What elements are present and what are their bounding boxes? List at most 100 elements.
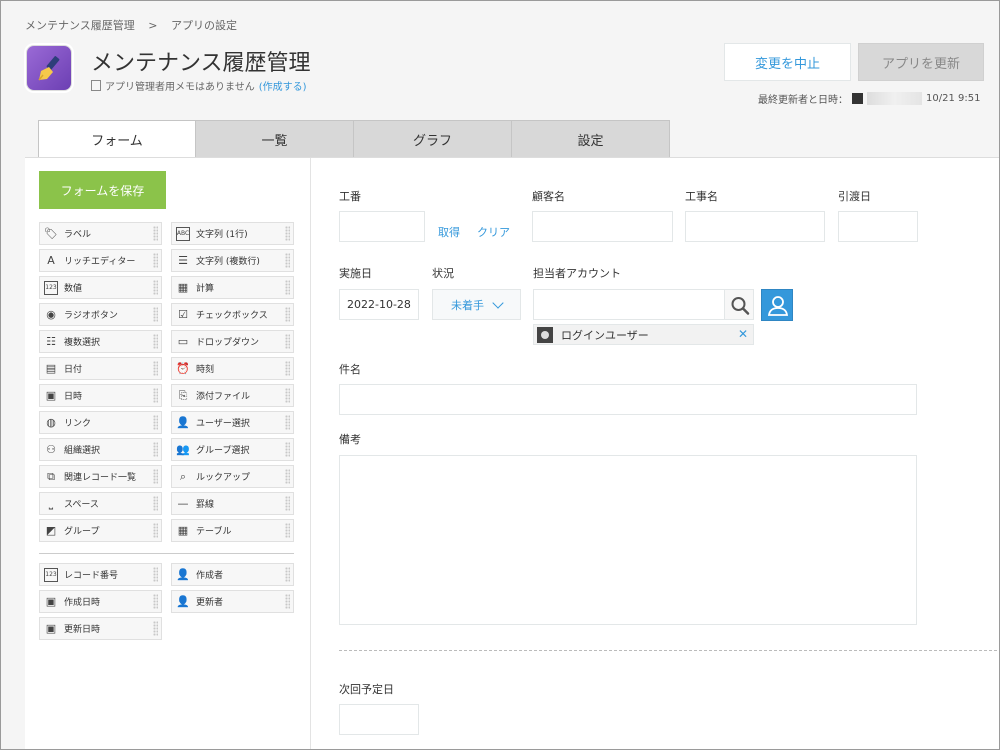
org-icon: ⚇ <box>46 443 56 456</box>
drag-handle-icon[interactable] <box>153 469 158 484</box>
delivery-date-label: 引渡日 <box>838 190 871 203</box>
cancel-changes-button[interactable]: 変更を中止 <box>724 43 851 81</box>
palette-item-label: 関連レコード一覧 <box>64 473 137 483</box>
palette-item[interactable]: 👤 ユーザー選択 <box>171 411 294 434</box>
last-updated-time: 10/21 9:51 <box>926 93 981 104</box>
drag-handle-icon[interactable] <box>285 334 290 349</box>
tab-form[interactable]: フォーム <box>38 120 196 158</box>
drag-handle-icon[interactable] <box>153 253 158 268</box>
drag-handle-icon[interactable] <box>285 415 290 430</box>
drag-handle-icon[interactable] <box>153 621 158 636</box>
palette-item[interactable]: ▣ 日時 <box>39 384 162 407</box>
palette-item-label: 文字列 (1行) <box>196 230 248 240</box>
palette-item[interactable]: — 罫線 <box>171 492 294 515</box>
drag-handle-icon[interactable] <box>153 496 158 511</box>
palette-item[interactable]: ⚇ 組織選択 <box>39 438 162 461</box>
palette-item[interactable]: ⧉ 関連レコード一覧 <box>39 465 162 488</box>
work-name-input[interactable] <box>685 211 825 242</box>
drag-handle-icon[interactable] <box>285 442 290 457</box>
delivery-date-input[interactable] <box>838 211 918 242</box>
palette-item[interactable]: 123 レコード番号 <box>39 563 162 586</box>
impl-date-label: 実施日 <box>339 267 372 280</box>
palette-item[interactable]: ⌕ ルックアップ <box>171 465 294 488</box>
drag-handle-icon[interactable] <box>153 567 158 582</box>
palette-item[interactable]: ⏰ 時刻 <box>171 357 294 380</box>
drag-handle-icon[interactable] <box>153 334 158 349</box>
redacted-username <box>867 92 922 105</box>
impl-date-input[interactable]: 2022-10-28 <box>339 289 419 320</box>
drag-handle-icon[interactable] <box>153 442 158 457</box>
clear-link[interactable]: クリア <box>477 224 510 240</box>
related-icon: ⧉ <box>47 469 55 483</box>
drag-handle-icon[interactable] <box>285 253 290 268</box>
select-user-button[interactable] <box>761 289 793 321</box>
save-form-button[interactable]: フォームを保存 <box>39 171 166 209</box>
palette-item[interactable]: ☰ 文字列 (複数行) <box>171 249 294 272</box>
palette-item-label: ユーザー選択 <box>196 419 250 429</box>
drag-handle-icon[interactable] <box>285 307 290 322</box>
drag-handle-icon[interactable] <box>153 226 158 241</box>
palette-item[interactable]: 👤 更新者 <box>171 590 294 613</box>
tab-graph[interactable]: グラフ <box>354 120 512 158</box>
drag-handle-icon[interactable] <box>285 567 290 582</box>
palette-item-label: ラジオボタン <box>64 311 118 321</box>
palette-item[interactable]: ▣ 更新日時 <box>39 617 162 640</box>
drag-handle-icon[interactable] <box>285 496 290 511</box>
drag-handle-icon[interactable] <box>153 415 158 430</box>
palette-item-label: 添付ファイル <box>196 392 251 402</box>
get-link[interactable]: 取得 <box>438 224 460 240</box>
drag-handle-icon[interactable] <box>285 226 290 241</box>
account-search-button[interactable] <box>724 289 754 320</box>
palette-item[interactable]: ⎘ 添付ファイル <box>171 384 294 407</box>
palette-item[interactable]: ◍ リンク <box>39 411 162 434</box>
user-icon <box>767 296 789 316</box>
drag-handle-icon[interactable] <box>153 307 158 322</box>
drag-handle-icon[interactable] <box>153 523 158 538</box>
drag-handle-icon[interactable] <box>285 388 290 403</box>
tab-settings[interactable]: 設定 <box>512 120 670 158</box>
status-dropdown[interactable]: 未着手 <box>432 289 521 320</box>
update-app-button[interactable]: アプリを更新 <box>858 43 984 81</box>
drag-handle-icon[interactable] <box>153 361 158 376</box>
calendar-icon: ▣ <box>45 389 57 402</box>
palette-item[interactable]: ☑ チェックボックス <box>171 303 294 326</box>
notes-textarea[interactable] <box>339 455 917 625</box>
drag-handle-icon[interactable] <box>285 523 290 538</box>
next-date-input[interactable] <box>339 704 419 735</box>
drag-handle-icon[interactable] <box>153 594 158 609</box>
tab-list[interactable]: 一覧 <box>196 120 354 158</box>
palette-item[interactable]: ▦ 計算 <box>171 276 294 299</box>
palette-divider <box>39 553 294 554</box>
palette-item[interactable]: 👤 作成者 <box>171 563 294 586</box>
avatar <box>537 326 553 343</box>
palette-item[interactable]: ◩ グループ <box>39 519 162 542</box>
palette-item[interactable]: ▤ 日付 <box>39 357 162 380</box>
palette-item[interactable]: 🏷 ラベル <box>39 222 162 245</box>
kouban-input[interactable] <box>339 211 425 242</box>
drag-handle-icon[interactable] <box>285 594 290 609</box>
palette-item[interactable]: ☷ 複数選択 <box>39 330 162 353</box>
customer-input[interactable] <box>532 211 673 242</box>
palette-item[interactable]: ABC 文字列 (1行) <box>171 222 294 245</box>
palette-item[interactable]: A リッチエディター <box>39 249 162 272</box>
palette-item[interactable]: ◉ ラジオボタン <box>39 303 162 326</box>
close-icon[interactable]: ✕ <box>738 327 748 341</box>
drag-handle-icon[interactable] <box>285 280 290 295</box>
create-memo-link[interactable]: (作成する) <box>259 78 307 93</box>
palette-item-label: 作成日時 <box>64 598 101 608</box>
drag-handle-icon[interactable] <box>285 361 290 376</box>
breadcrumb-app[interactable]: メンテナンス履歴管理 <box>25 19 135 32</box>
palette-item[interactable]: ⎵ スペース <box>39 492 162 515</box>
account-input[interactable] <box>533 289 725 320</box>
palette-item[interactable]: 👥 グループ選択 <box>171 438 294 461</box>
palette-item[interactable]: 123 数値 <box>39 276 162 299</box>
palette-item[interactable]: ▣ 作成日時 <box>39 590 162 613</box>
palette-item-label: ドロップダウン <box>196 338 260 348</box>
palette-item[interactable]: ▭ ドロップダウン <box>171 330 294 353</box>
form-canvas: 工番 取得 クリア 顧客名 工事名 引渡日 実施日 2022-10-28 状況 … <box>310 158 999 749</box>
subject-input[interactable] <box>339 384 917 415</box>
drag-handle-icon[interactable] <box>153 388 158 403</box>
drag-handle-icon[interactable] <box>285 469 290 484</box>
palette-item[interactable]: ▦ テーブル <box>171 519 294 542</box>
drag-handle-icon[interactable] <box>153 280 158 295</box>
